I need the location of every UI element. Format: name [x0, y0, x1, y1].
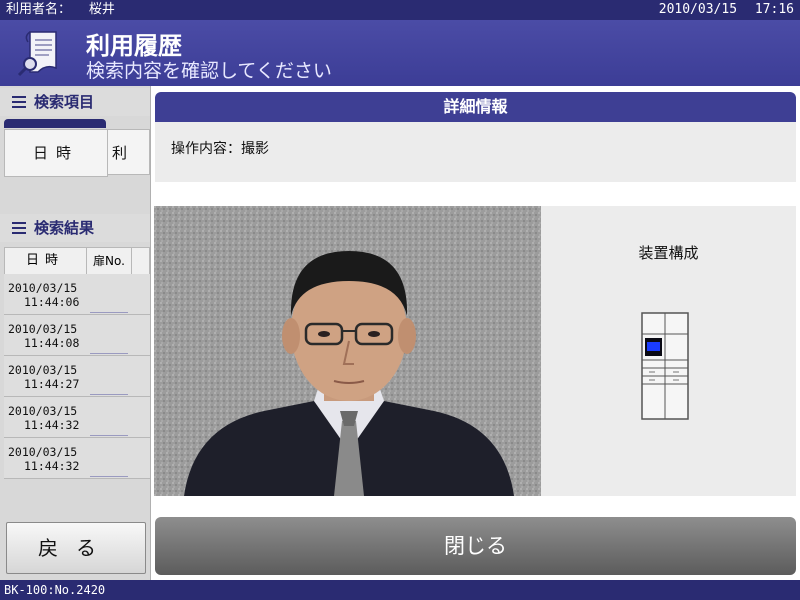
back-button[interactable]: 戻る — [6, 522, 146, 574]
list-icon — [12, 222, 26, 234]
footer-bar: BK-100:No.2420 — [0, 580, 800, 600]
device-configuration: 装置構成 — [541, 206, 796, 496]
search-items-heading: 検索項目 — [0, 88, 150, 116]
device-id: BK-100:No.2420 — [4, 583, 106, 597]
list-item[interactable]: 2010/03/15 11:44:27 — [4, 356, 150, 397]
left-panel: 検索項目 日時 利 検索結果 日時 扉No. 2010/03/15 11:44:… — [0, 86, 151, 580]
search-results-heading: 検索結果 — [0, 214, 150, 242]
row-underline — [90, 394, 128, 395]
tab-datetime[interactable]: 日時 — [4, 129, 108, 177]
list-icon — [12, 96, 26, 108]
row-underline — [90, 353, 128, 354]
results-list: 2010/03/15 11:44:06 2010/03/15 11:44:08 … — [4, 274, 150, 479]
list-item[interactable]: 2010/03/15 11:44:32 — [4, 438, 150, 479]
row-underline — [90, 435, 128, 436]
list-item[interactable]: 2010/03/15 11:44:06 — [4, 274, 150, 315]
column-door-no: 扉No. — [86, 248, 131, 274]
device-config-title: 装置構成 — [638, 244, 699, 262]
status-date: 2010/03/15 — [658, 2, 738, 17]
tab-usage[interactable]: 利 — [107, 129, 150, 175]
column-datetime: 日時 — [25, 253, 64, 268]
datetime: 2010/03/15 17:16 — [659, 0, 794, 20]
operation-text: 操作内容：撮影 — [171, 141, 269, 157]
row-underline — [90, 312, 128, 313]
detail-heading: 詳細情報 — [155, 92, 796, 122]
results-table-header: 日時 扉No. — [4, 247, 150, 275]
tab-indicator — [4, 119, 106, 128]
status-bar: 利用者名： 桜井 2010/03/15 17:16 — [0, 0, 800, 20]
close-button[interactable]: 閉じる — [155, 517, 796, 575]
user-name: 桜井 — [88, 2, 115, 17]
document-search-icon — [17, 31, 57, 77]
row-underline — [90, 476, 128, 477]
page-header: 利用履歴 検索内容を確認してください — [0, 20, 800, 86]
locker-diagram-icon — [641, 312, 689, 420]
search-tabs: 日時 利 — [4, 129, 150, 177]
user-info: 利用者名： 桜井 — [6, 0, 115, 20]
list-item[interactable]: 2010/03/15 11:44:08 — [4, 315, 150, 356]
operation-box: 操作内容：撮影 — [155, 122, 796, 182]
list-item[interactable]: 2010/03/15 11:44:32 — [4, 397, 150, 438]
status-time: 17:16 — [754, 2, 794, 17]
user-label: 利用者名： — [6, 2, 72, 17]
captured-photo — [154, 206, 541, 496]
page-subtitle: 検索内容を確認してください — [86, 60, 332, 82]
detail-panel: 詳細情報 操作内容：撮影 装置構成 閉じる — [151, 86, 800, 580]
column-spacer — [131, 248, 150, 274]
